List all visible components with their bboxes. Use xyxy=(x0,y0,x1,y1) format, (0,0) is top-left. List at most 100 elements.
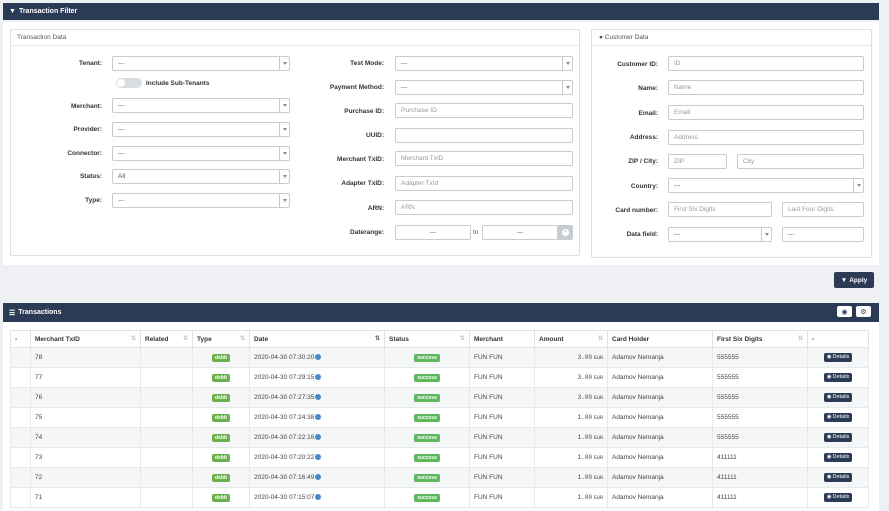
adapter-txid-input[interactable]: Adapter TxId xyxy=(395,176,573,191)
globe-icon xyxy=(315,474,322,480)
column-header[interactable]: Merchant xyxy=(469,330,535,348)
eye-icon: ◉ xyxy=(826,434,832,440)
sort-desc-icon: ⇅ xyxy=(374,336,380,342)
column-header[interactable]: Merchant TxID ⇅ xyxy=(30,330,141,348)
column-header[interactable]: Date ⇅ xyxy=(249,330,385,348)
uuid-label: UUID: xyxy=(365,132,384,139)
first-six-cell: 555555 xyxy=(712,347,808,368)
date-cell: 2020-04-30 07:15:07 xyxy=(249,487,385,508)
column-header[interactable]: Status ⇅ xyxy=(384,330,470,348)
daterange-clear-button[interactable]: × xyxy=(558,225,573,240)
settings-button[interactable]: ⚙ xyxy=(856,306,871,317)
customer-id-input[interactable]: ID xyxy=(668,56,864,71)
details-cell: ◉Details xyxy=(807,487,869,508)
customer-name-input[interactable]: Name xyxy=(668,80,864,95)
globe-icon xyxy=(315,394,322,400)
merchant-txid-cell: 72 xyxy=(30,467,141,488)
status-badge: success xyxy=(414,413,440,422)
table-row[interactable]: 71 debit 2020-04-30 07:15:07 success FUN FUN… xyxy=(10,487,869,508)
table-row[interactable]: 72 debit 2020-04-30 07:16:49 success FUN FUN… xyxy=(10,467,869,488)
eye-icon: ◉ xyxy=(826,374,832,380)
details-button[interactable]: ◉Details xyxy=(823,453,853,462)
details-button[interactable]: ◉Details xyxy=(823,353,853,362)
city-input[interactable]: City xyxy=(737,154,864,169)
merchant-txid-input[interactable]: Merchant TxID xyxy=(395,151,573,166)
details-button[interactable]: ◉Details xyxy=(823,473,853,482)
column-header[interactable]: Related ⇅ xyxy=(140,330,193,348)
status-badge: success xyxy=(414,433,440,442)
column-header[interactable]: Amount ⇅ xyxy=(534,330,608,348)
table-row[interactable]: 77 debit 2020-04-30 07:29:15 success FUN FUN… xyxy=(10,367,869,388)
details-button[interactable]: ◉Details xyxy=(823,433,853,442)
card-holder-cell: Adamov Nemanja xyxy=(607,347,713,368)
card-last-four-input[interactable]: Last Four Digits xyxy=(782,202,864,217)
status-badge: success xyxy=(414,453,440,462)
include-sub-tenants-toggle[interactable] xyxy=(116,78,142,88)
tenant-select[interactable]: --- xyxy=(112,56,290,71)
row-expander[interactable] xyxy=(10,407,31,428)
status-badge: success xyxy=(414,373,440,382)
row-expander[interactable] xyxy=(10,387,31,408)
chevron-down-icon xyxy=(283,152,287,155)
merchant-txid-label: Merchant TxID: xyxy=(337,156,384,163)
merchant-txid-cell: 77 xyxy=(30,367,141,388)
type-badge: debit xyxy=(212,493,230,502)
row-expander[interactable] xyxy=(10,467,31,488)
column-header[interactable]: First Six Digits ⇅ xyxy=(712,330,808,348)
details-button[interactable]: ◉Details xyxy=(823,413,853,422)
merchant-cell: FUN FUN xyxy=(469,447,535,468)
connector-label: Connector: xyxy=(67,150,102,157)
sort-icon: ⇅ xyxy=(239,336,245,342)
customer-id-label: Customer ID: xyxy=(617,61,658,68)
column-header[interactable]: Card Holder xyxy=(607,330,713,348)
zip-input[interactable]: ZIP xyxy=(668,154,727,169)
purchase-id-input[interactable]: Purchase ID xyxy=(395,103,573,118)
table-row[interactable]: 74 debit 2020-04-30 07:22:16 success FUN FUN… xyxy=(10,427,869,448)
type-badge: debit xyxy=(212,473,230,482)
chevron-down-icon xyxy=(566,86,570,89)
provider-select[interactable]: --- xyxy=(112,122,290,137)
type-badge: debit xyxy=(212,413,230,422)
date-cell: 2020-04-30 07:24:38 xyxy=(249,407,385,428)
test-mode-select[interactable]: --- xyxy=(395,56,573,71)
daterange-to-input[interactable]: --- xyxy=(482,225,558,240)
first-six-cell: 411111 xyxy=(712,487,808,508)
apply-button[interactable]: ▼ Apply xyxy=(834,272,874,288)
table-row[interactable]: 73 debit 2020-04-30 07:20:22 success FUN FUN… xyxy=(10,447,869,468)
payment-method-select[interactable]: --- xyxy=(395,80,573,95)
related-cell xyxy=(140,487,193,508)
transaction-filter-header[interactable]: ▼ Transaction Filter xyxy=(3,3,879,20)
chevron-down-icon xyxy=(283,62,287,65)
customer-email-input[interactable]: Email xyxy=(668,105,864,120)
merchant-select[interactable]: --- xyxy=(112,98,290,113)
status-select[interactable]: All xyxy=(112,169,290,184)
row-expander[interactable] xyxy=(10,487,31,508)
data-field-select[interactable]: --- xyxy=(668,227,772,242)
row-expander[interactable] xyxy=(10,427,31,448)
details-cell: ◉Details xyxy=(807,367,869,388)
table-row[interactable]: 78 debit 2020-04-30 07:30:20 success FUN FUN… xyxy=(10,347,869,368)
column-header[interactable]: Type ⇅ xyxy=(192,330,250,348)
row-expander[interactable] xyxy=(10,347,31,368)
details-button[interactable]: ◉Details xyxy=(823,373,853,382)
row-expander[interactable] xyxy=(10,447,31,468)
daterange-from-input[interactable]: --- xyxy=(395,225,471,240)
details-button[interactable]: ◉Details xyxy=(823,393,853,402)
data-field-value-input[interactable]: --- xyxy=(782,227,864,242)
card-first-six-input[interactable]: First Six Digits xyxy=(668,202,772,217)
connector-select[interactable]: --- xyxy=(112,146,290,161)
table-row[interactable]: 76 debit 2020-04-30 07:27:35 success FUN FUN… xyxy=(10,387,869,408)
details-cell: ◉Details xyxy=(807,447,869,468)
customer-address-input[interactable]: Address xyxy=(668,130,864,145)
row-expander[interactable] xyxy=(10,367,31,388)
uuid-input[interactable] xyxy=(395,128,573,143)
toggle-columns-button[interactable]: ◉ xyxy=(837,306,852,317)
table-header-row: - Merchant TxID ⇅ Related ⇅ Type ⇅ Date ⇅ Status ⇅… xyxy=(10,330,869,348)
related-cell xyxy=(140,367,193,388)
country-select[interactable]: --- xyxy=(668,178,864,193)
details-button[interactable]: ◉Details xyxy=(823,493,853,502)
merchant-cell: FUN FUN xyxy=(469,407,535,428)
type-select[interactable]: --- xyxy=(112,193,290,208)
arn-input[interactable]: ARN xyxy=(395,200,573,215)
table-row[interactable]: 75 debit 2020-04-30 07:24:38 success FUN FUN… xyxy=(10,407,869,428)
